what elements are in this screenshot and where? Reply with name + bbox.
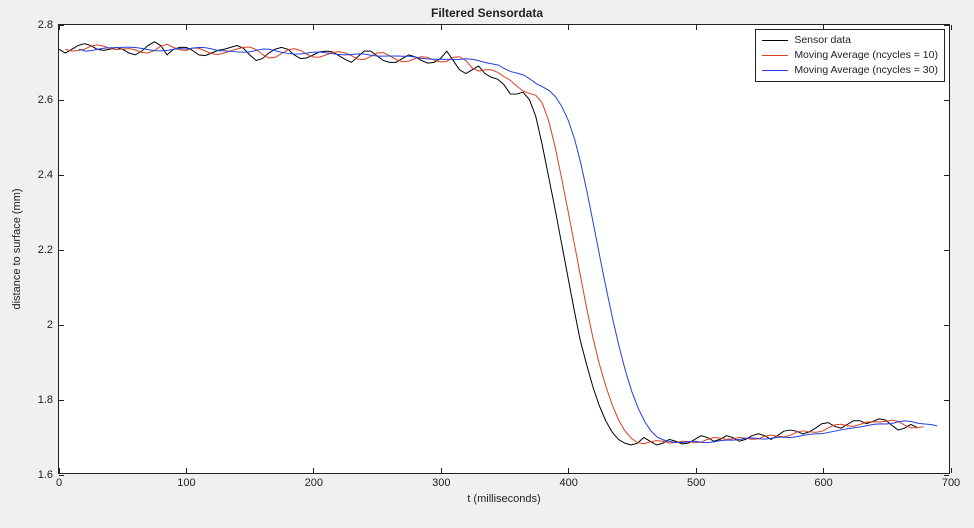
y-tick xyxy=(59,475,64,476)
legend-label: Sensor data xyxy=(794,33,851,48)
legend-swatch xyxy=(762,40,788,41)
y-tick-label: 2.4 xyxy=(38,169,53,181)
legend-swatch xyxy=(762,55,788,56)
x-tick-label: 300 xyxy=(432,477,450,489)
y-tick-label: 1.8 xyxy=(38,394,53,406)
legend-label: Moving Average (ncycles = 10) xyxy=(794,48,938,63)
y-tick-label: 2.6 xyxy=(38,94,53,106)
x-tick-label: 700 xyxy=(942,477,960,489)
figure: Filtered Sensordata Sensor data Moving A… xyxy=(0,0,974,528)
x-tick xyxy=(951,468,952,473)
x-tick xyxy=(59,468,60,473)
x-tick xyxy=(313,468,314,473)
legend: Sensor data Moving Average (ncycles = 10… xyxy=(755,29,945,82)
y-tick-label: 2 xyxy=(47,319,53,331)
x-tick xyxy=(568,468,569,473)
y-axis-label: distance to surface (mm) xyxy=(11,188,23,309)
y-tick-label: 2.8 xyxy=(38,19,53,31)
y-tick xyxy=(944,175,949,176)
series-raw xyxy=(59,42,917,445)
x-tick-label: 500 xyxy=(687,477,705,489)
series-ma10 xyxy=(65,44,923,443)
y-tick xyxy=(59,250,64,251)
y-tick xyxy=(59,175,64,176)
axes: Sensor data Moving Average (ncycles = 10… xyxy=(58,24,950,474)
x-tick-label: 400 xyxy=(560,477,578,489)
x-tick xyxy=(696,25,697,30)
x-tick xyxy=(186,25,187,30)
series-ma30 xyxy=(79,47,937,442)
x-axis-label: t (milliseconds) xyxy=(467,493,540,505)
chart-title: Filtered Sensordata xyxy=(0,6,974,20)
x-tick-label: 0 xyxy=(56,477,62,489)
x-tick xyxy=(313,25,314,30)
y-tick xyxy=(59,400,64,401)
y-tick xyxy=(944,100,949,101)
y-tick xyxy=(944,25,949,26)
legend-entry: Moving Average (ncycles = 30) xyxy=(762,63,938,78)
x-tick xyxy=(59,25,60,30)
y-tick xyxy=(59,100,64,101)
x-tick-label: 100 xyxy=(177,477,195,489)
y-tick xyxy=(944,400,949,401)
y-tick-label: 1.6 xyxy=(38,469,53,481)
y-tick xyxy=(59,325,64,326)
legend-entry: Moving Average (ncycles = 10) xyxy=(762,48,938,63)
x-tick xyxy=(951,25,952,30)
y-tick xyxy=(944,325,949,326)
x-tick-label: 600 xyxy=(814,477,832,489)
x-tick xyxy=(823,25,824,30)
x-tick xyxy=(186,468,187,473)
y-tick xyxy=(944,250,949,251)
y-tick xyxy=(944,475,949,476)
x-tick xyxy=(441,25,442,30)
y-tick xyxy=(59,25,64,26)
legend-entry: Sensor data xyxy=(762,33,938,48)
y-tick-label: 2.2 xyxy=(38,244,53,256)
x-tick xyxy=(441,468,442,473)
legend-label: Moving Average (ncycles = 30) xyxy=(794,63,938,78)
x-tick xyxy=(696,468,697,473)
x-tick-label: 200 xyxy=(305,477,323,489)
legend-swatch xyxy=(762,70,788,71)
plot-area xyxy=(59,25,949,473)
x-tick xyxy=(568,25,569,30)
x-tick xyxy=(823,468,824,473)
